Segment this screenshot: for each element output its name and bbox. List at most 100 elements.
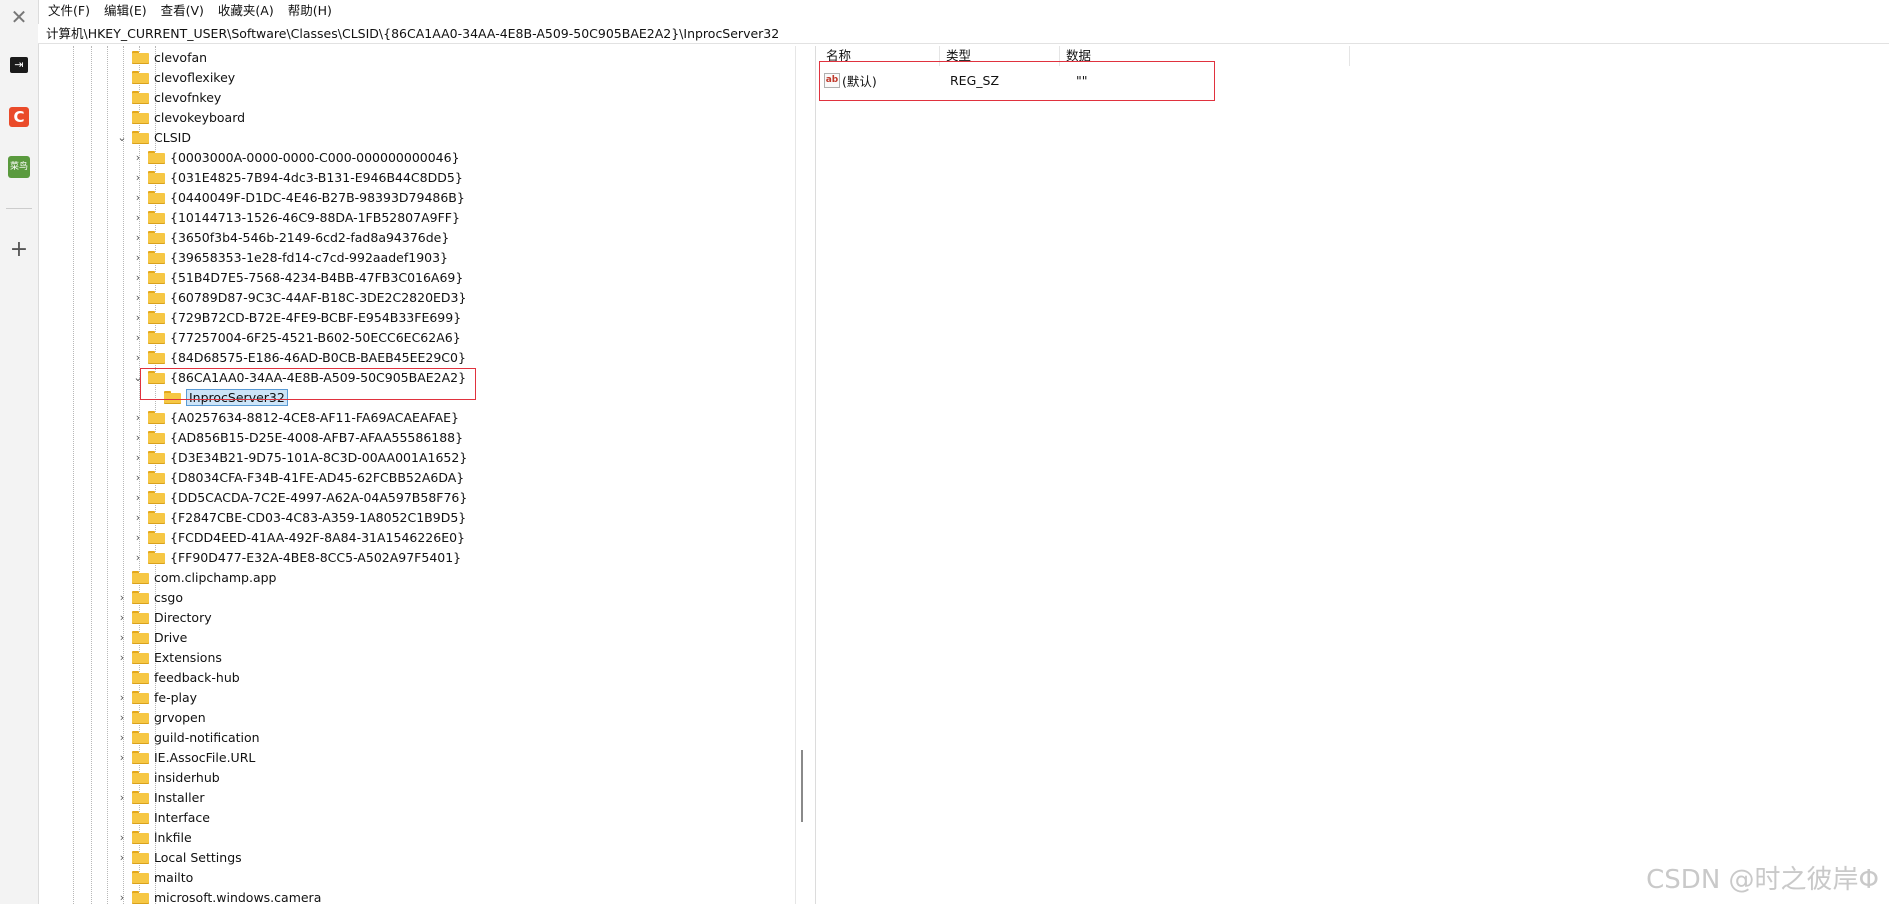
- tree-item[interactable]: › {729B72CD-B72E-4FE9-BCBF-E954B33FE699}: [132, 307, 461, 327]
- chevron-right-icon[interactable]: ›: [132, 351, 144, 364]
- tree-item[interactable]: › microsoft.windows.camera: [116, 887, 322, 904]
- chevron-right-icon[interactable]: ›: [132, 191, 144, 204]
- chevron-down-icon[interactable]: ⌄: [116, 131, 128, 144]
- pane-splitter[interactable]: [815, 46, 816, 904]
- chevron-right-icon[interactable]: ›: [132, 171, 144, 184]
- tree-item[interactable]: › {A0257634-8812-4CE8-AF11-FA69ACAEAFAE}: [132, 407, 459, 427]
- chevron-right-icon[interactable]: ›: [132, 471, 144, 484]
- folder-icon: [148, 550, 165, 564]
- tree-item[interactable]: › {AD856B15-D25E-4008-AFB7-AFAA55586188}: [132, 427, 463, 447]
- tree-scrollbar[interactable]: [801, 750, 803, 822]
- folder-icon: [148, 450, 165, 464]
- tree-item[interactable]: feedback-hub: [116, 667, 240, 687]
- tree-item[interactable]: › {DD5CACDA-7C2E-4997-A62A-04A597B58F76}: [132, 487, 468, 507]
- tree-item[interactable]: › Drive: [116, 627, 188, 647]
- chevron-right-icon[interactable]: ›: [132, 491, 144, 504]
- chevron-right-icon[interactable]: ›: [116, 851, 128, 864]
- column-name-header[interactable]: 名称: [820, 46, 940, 66]
- tree-item[interactable]: › {51B4D7E5-7568-4234-B4BB-47FB3C016A69}: [132, 267, 464, 287]
- tree-item[interactable]: com.clipchamp.app: [116, 567, 277, 587]
- tree-item[interactable]: › fe-play: [116, 687, 197, 707]
- chevron-right-icon[interactable]: ›: [116, 731, 128, 744]
- tree-item[interactable]: clevofnkey: [116, 87, 221, 107]
- column-type-header[interactable]: 类型: [940, 46, 1060, 66]
- tree-item[interactable]: › grvopen: [116, 707, 206, 727]
- add-icon[interactable]: +: [8, 237, 30, 262]
- chevron-right-icon[interactable]: ›: [116, 711, 128, 724]
- tree-item[interactable]: › {0440049F-D1DC-4E46-B27B-98393D79486B}: [132, 187, 465, 207]
- menu-file[interactable]: 文件(F): [38, 0, 97, 22]
- column-data-header[interactable]: 数据: [1060, 46, 1350, 66]
- chevron-right-icon[interactable]: ›: [116, 591, 128, 604]
- tree-item[interactable]: clevofan: [116, 47, 207, 67]
- tree-item[interactable]: Interface: [116, 807, 210, 827]
- value-row[interactable]: ab (默认) REG_SZ "": [820, 70, 1088, 90]
- tree-item-label: {F2847CBE-CD03-4C83-A359-1A8052C1B9D5}: [170, 509, 467, 525]
- tree-item[interactable]: › {0003000A-0000-0000-C000-000000000046}: [132, 147, 460, 167]
- tree-item[interactable]: › {3650f3b4-546b-2149-6cd2-fad8a94376de}: [132, 227, 450, 247]
- chevron-right-icon[interactable]: ›: [132, 211, 144, 224]
- chevron-right-icon[interactable]: ›: [132, 531, 144, 544]
- chevron-right-icon[interactable]: ›: [132, 151, 144, 164]
- chevron-right-icon[interactable]: ›: [132, 331, 144, 344]
- chevron-right-icon[interactable]: ›: [132, 431, 144, 444]
- tree-item[interactable]: InprocServer32: [148, 387, 288, 407]
- folder-icon: [148, 370, 165, 384]
- tree-item[interactable]: insiderhub: [116, 767, 220, 787]
- chevron-right-icon[interactable]: ›: [132, 551, 144, 564]
- folder-icon: [148, 430, 165, 444]
- tree-item[interactable]: ⌄ CLSID: [116, 127, 191, 147]
- menu-edit[interactable]: 编辑(E): [97, 0, 154, 22]
- chevron-right-icon[interactable]: ›: [132, 291, 144, 304]
- menu-view[interactable]: 查看(V): [154, 0, 211, 22]
- chevron-right-icon[interactable]: ›: [116, 751, 128, 764]
- tree-item[interactable]: › Extensions: [116, 647, 222, 667]
- chevron-right-icon[interactable]: ›: [132, 311, 144, 324]
- tree-item[interactable]: › guild-notification: [116, 727, 260, 747]
- chevron-right-icon[interactable]: ›: [132, 251, 144, 264]
- menu-help[interactable]: 帮助(H): [281, 0, 339, 22]
- tree-item[interactable]: clevokeyboard: [116, 107, 245, 127]
- tree-item[interactable]: › {D8034CFA-F34B-41FE-AD45-62FCBB52A6DA}: [132, 467, 464, 487]
- chevron-down-icon[interactable]: ⌄: [132, 371, 144, 384]
- tree-item[interactable]: › {10144713-1526-46C9-88DA-1FB52807A9FF}: [132, 207, 460, 227]
- chevron-right-icon[interactable]: ›: [132, 511, 144, 524]
- chevron-right-icon[interactable]: ›: [116, 651, 128, 664]
- menu-favorites[interactable]: 收藏夹(A): [211, 0, 281, 22]
- chevron-right-icon[interactable]: ›: [132, 231, 144, 244]
- tree-item[interactable]: › {77257004-6F25-4521-B602-50ECC6EC62A6}: [132, 327, 461, 347]
- tree-item[interactable]: ⌄ {86CA1AA0-34AA-4E8B-A509-50C905BAE2A2}: [132, 367, 466, 387]
- tree-item[interactable]: › {FF90D477-E32A-4BE8-8CC5-A502A97F5401}: [132, 547, 461, 567]
- tree-item[interactable]: › lnkfile: [116, 827, 192, 847]
- address-bar[interactable]: 计算机\HKEY_CURRENT_USER\Software\Classes\C…: [38, 24, 1889, 44]
- tree-item[interactable]: › csgo: [116, 587, 183, 607]
- tree-item[interactable]: › {39658353-1e28-fd14-c7cd-992aadef1903}: [132, 247, 448, 267]
- chevron-right-icon[interactable]: ›: [116, 891, 128, 904]
- chevron-right-icon[interactable]: ›: [132, 271, 144, 284]
- chevron-right-icon[interactable]: ›: [132, 411, 144, 424]
- tree-item[interactable]: › {FCDD4EED-41AA-492F-8A84-31A1546226E0}: [132, 527, 465, 547]
- tree-item[interactable]: mailto: [116, 867, 193, 887]
- tree-item[interactable]: › {D3E34B21-9D75-101A-8C3D-00AA001A1652}: [132, 447, 467, 467]
- tree-item[interactable]: › Installer: [116, 787, 205, 807]
- tree-item[interactable]: › {031E4825-7B94-4dc3-B131-E946B44C8DD5}: [132, 167, 463, 187]
- chevron-right-icon[interactable]: ›: [132, 451, 144, 464]
- tree-item[interactable]: › IE.AssocFile.URL: [116, 747, 256, 767]
- folder-icon: [148, 150, 165, 164]
- tree-item[interactable]: › Local Settings: [116, 847, 242, 867]
- runoob-icon[interactable]: 菜鸟: [8, 156, 30, 178]
- tree-item[interactable]: clevoflexikey: [116, 67, 235, 87]
- chevron-right-icon[interactable]: ›: [116, 691, 128, 704]
- tree-item[interactable]: › {60789D87-9C3C-44AF-B18C-3DE2C2820ED3}: [132, 287, 467, 307]
- chevron-right-icon[interactable]: ›: [116, 631, 128, 644]
- tree-item[interactable]: › {F2847CBE-CD03-4C83-A359-1A8052C1B9D5}: [132, 507, 466, 527]
- tree-item[interactable]: › Directory: [116, 607, 212, 627]
- chevron-right-icon[interactable]: ›: [116, 791, 128, 804]
- chevron-right-icon[interactable]: ›: [116, 611, 128, 624]
- tree-item[interactable]: › {84D68575-E186-46AD-B0CB-BAEB45EE29C0}: [132, 347, 466, 367]
- chevron-right-icon[interactable]: ›: [116, 831, 128, 844]
- sign-in-icon[interactable]: ⇥: [8, 54, 30, 76]
- close-icon[interactable]: ✕: [8, 5, 30, 29]
- csdn-note-icon[interactable]: C: [8, 106, 30, 128]
- folder-icon: [132, 650, 149, 664]
